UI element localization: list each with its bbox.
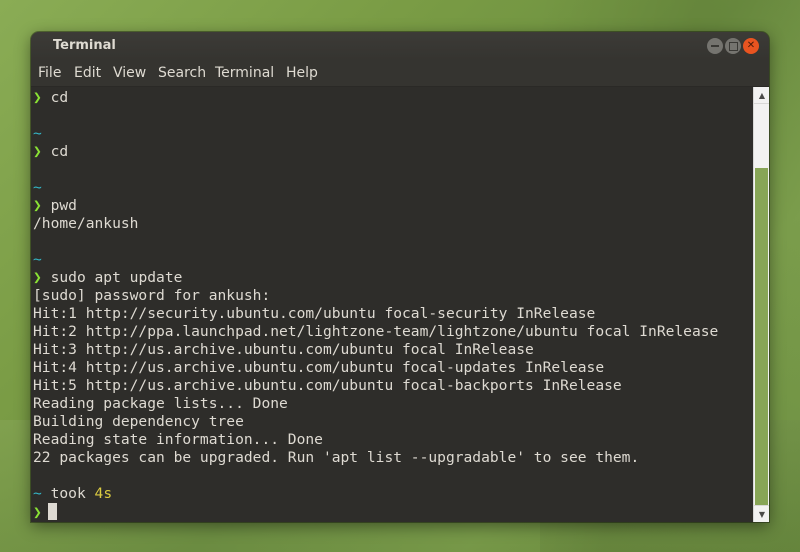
minimize-icon: [711, 45, 719, 47]
home-dir-tilde: ~: [33, 179, 42, 196]
terminal-output[interactable]: ❯ cd ~ ❯ cd ~ ❯ pwd /home/ankush ~ ❯ sud…: [31, 87, 753, 522]
command-text: pwd: [50, 197, 77, 214]
output-line: Hit:4 http://us.archive.ubuntu.com/ubunt…: [33, 359, 605, 376]
prompt-arrow-icon: ❯: [33, 197, 42, 214]
prompt-arrow-icon: ❯: [33, 504, 42, 521]
scrollbar-thumb[interactable]: [755, 168, 768, 505]
home-dir-tilde: ~: [33, 125, 42, 142]
prompt-path: ~: [33, 179, 718, 197]
menu-terminal[interactable]: Terminal: [215, 65, 274, 81]
command-text: sudo apt update: [50, 269, 183, 286]
scroll-down-button[interactable]: ▼: [754, 505, 769, 522]
close-button[interactable]: ✕: [743, 38, 759, 54]
output-line: Hit:2 http://ppa.launchpad.net/lightzone…: [33, 323, 719, 340]
text-cursor: [47, 503, 57, 520]
title-bar[interactable]: Terminal ✕: [31, 32, 769, 60]
home-dir-tilde: ~: [33, 251, 42, 268]
output-line: 22 packages can be upgraded. Run 'apt li…: [33, 449, 640, 466]
close-icon: ✕: [746, 40, 756, 51]
output-line: /home/ankush: [33, 215, 139, 232]
command-line: ❯ cd: [33, 89, 718, 107]
terminal-window: Terminal ✕ File Edit View Search Termina…: [31, 32, 769, 522]
menu-edit[interactable]: Edit: [74, 65, 101, 81]
arrow-up-icon: ▲: [758, 90, 766, 100]
prompt-path: ~ took 4s: [33, 485, 718, 503]
command-duration: 4s: [94, 485, 113, 502]
command-line: ❯ pwd: [33, 197, 718, 215]
menu-view[interactable]: View: [113, 65, 146, 81]
command-line: ❯ cd: [33, 143, 718, 161]
prompt-arrow-icon: ❯: [33, 89, 42, 106]
output-line: Hit:3 http://us.archive.ubuntu.com/ubunt…: [33, 341, 534, 358]
command-text: cd: [50, 89, 69, 106]
arrow-down-icon: ▼: [758, 509, 766, 519]
vertical-scrollbar[interactable]: ▲ ▼: [753, 87, 769, 522]
prompt-path: ~: [33, 125, 718, 143]
maximize-icon: [728, 41, 738, 51]
menu-bar: File Edit View Search Terminal Help: [31, 60, 769, 87]
home-dir-tilde: ~: [33, 485, 42, 502]
menu-search[interactable]: Search: [158, 65, 206, 81]
window-title: Terminal: [53, 38, 116, 53]
maximize-button[interactable]: [725, 38, 741, 54]
command-text: cd: [50, 143, 69, 160]
output-line: Reading state information... Done: [33, 431, 323, 448]
output-line: Reading package lists... Done: [33, 395, 288, 412]
took-label: took: [50, 485, 86, 502]
minimize-button[interactable]: [707, 38, 723, 54]
prompt-arrow-icon: ❯: [33, 143, 42, 160]
output-line: Hit:1 http://security.ubuntu.com/ubuntu …: [33, 305, 596, 322]
prompt-path: ~: [33, 251, 718, 269]
menu-file[interactable]: File: [38, 65, 61, 81]
output-line: Building dependency tree: [33, 413, 244, 430]
active-prompt[interactable]: ❯: [33, 503, 718, 521]
output-line: [sudo] password for ankush:: [33, 287, 271, 304]
command-line: ❯ sudo apt update: [33, 269, 718, 287]
prompt-arrow-icon: ❯: [33, 269, 42, 286]
menu-help[interactable]: Help: [286, 65, 318, 81]
scroll-up-button[interactable]: ▲: [754, 87, 769, 104]
output-line: Hit:5 http://us.archive.ubuntu.com/ubunt…: [33, 377, 622, 394]
